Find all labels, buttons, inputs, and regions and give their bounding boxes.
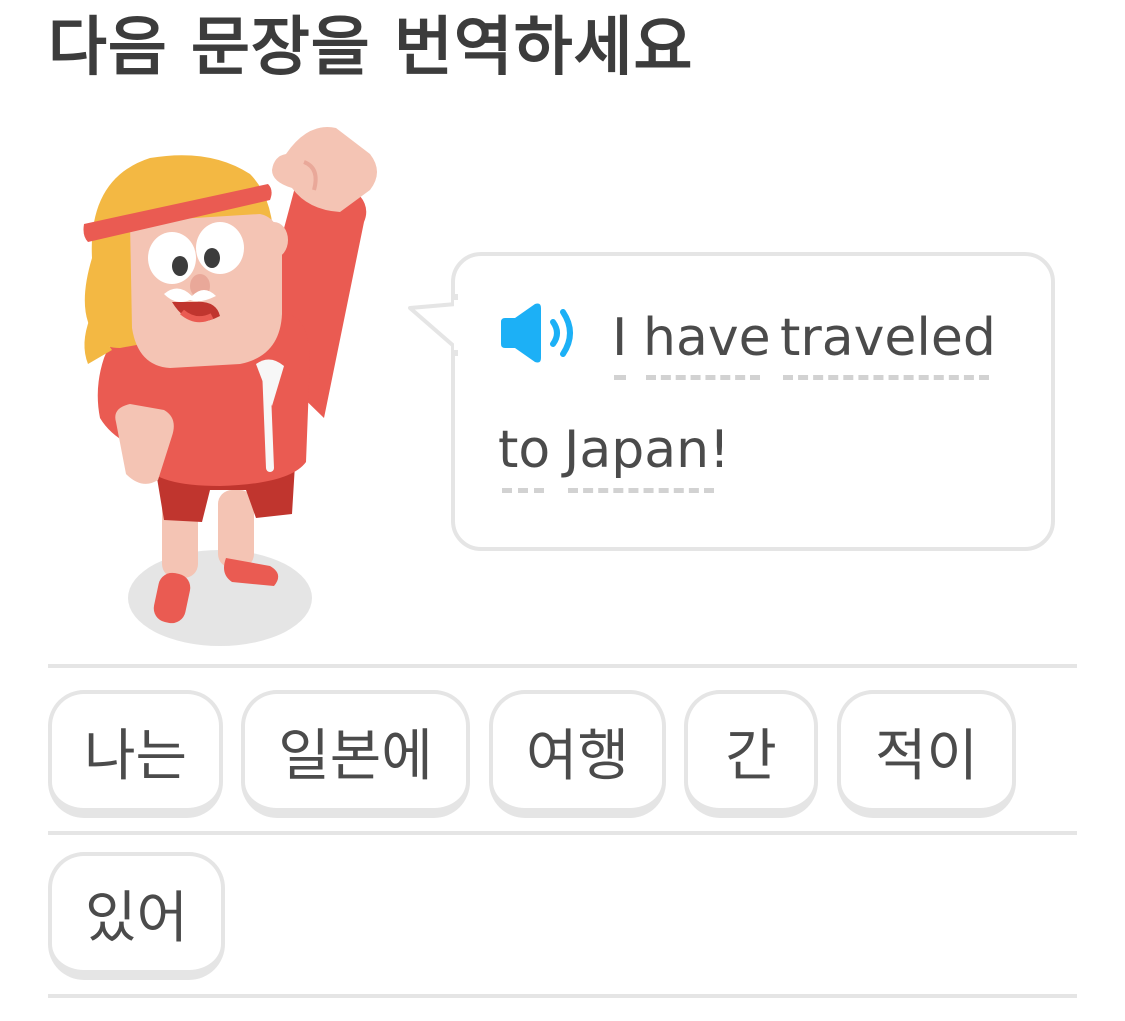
word-chip[interactable]: 일본에 — [241, 690, 470, 818]
prompt-word-i[interactable]: I — [612, 308, 627, 368]
word-bank-divider — [48, 994, 1077, 998]
hint-underline — [614, 375, 626, 380]
word-bank-divider — [48, 831, 1077, 835]
character-illustration — [83, 127, 377, 646]
page-title: 다음 문장을 번역하세요 — [48, 11, 694, 85]
speech-bubble-tail — [408, 294, 464, 356]
word-bank-divider — [48, 664, 1077, 668]
word-chip[interactable]: 여행 — [489, 690, 666, 818]
hint-underline — [646, 375, 760, 380]
word-chip[interactable]: 나는 — [48, 690, 223, 818]
prompt-word-traveled[interactable]: traveled — [780, 308, 996, 368]
hint-underline — [568, 488, 714, 493]
speech-bubble — [451, 252, 1055, 551]
prompt-word-to[interactable]: to — [498, 420, 550, 480]
hint-underline — [502, 488, 544, 493]
speaker-icon[interactable] — [497, 300, 579, 366]
hint-underline — [783, 375, 989, 380]
word-chip[interactable]: 간 — [684, 690, 818, 818]
prompt-word-have[interactable]: have — [643, 308, 771, 368]
word-chip[interactable]: 있어 — [48, 852, 225, 980]
word-chip[interactable]: 적이 — [837, 690, 1016, 818]
prompt-word-japan[interactable]: Japan! — [564, 420, 730, 480]
